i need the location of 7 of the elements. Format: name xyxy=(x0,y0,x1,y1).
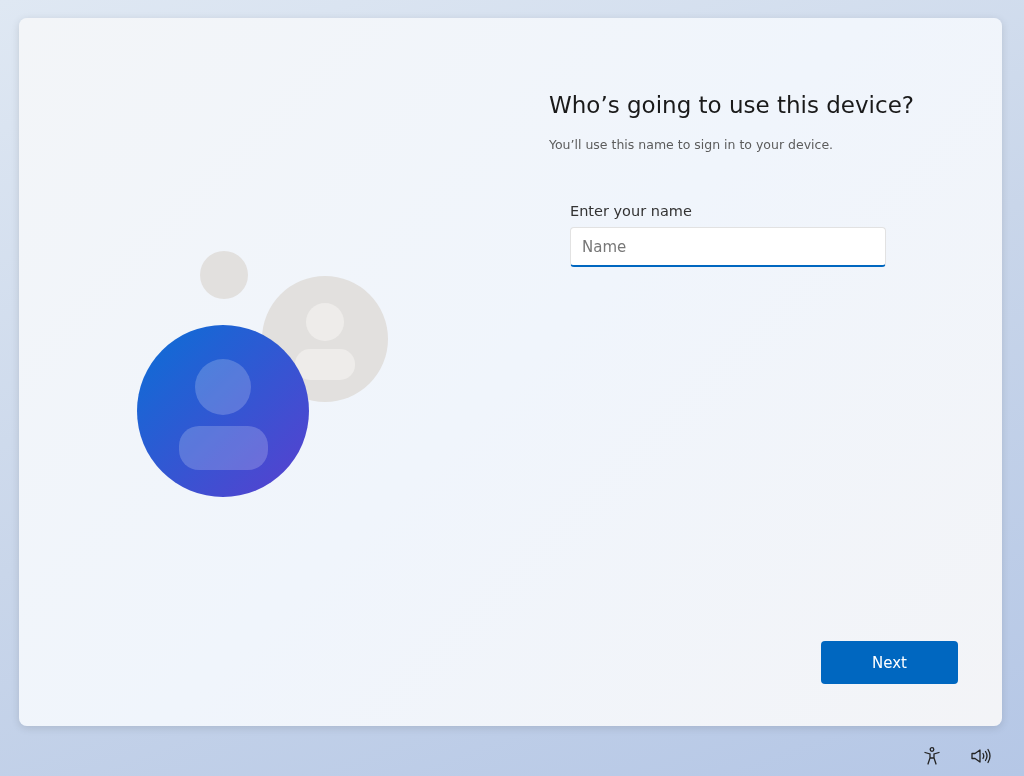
page-title: Who’s going to use this device? xyxy=(549,92,915,118)
next-button[interactable]: Next xyxy=(821,641,958,684)
accessibility-icon[interactable] xyxy=(922,746,942,766)
subtitle-text: You’ll use this name to sign in to your device. xyxy=(549,137,835,152)
name-input-field[interactable]: Name xyxy=(570,227,886,267)
speaker-icon[interactable] xyxy=(970,746,992,766)
field-label: Enter your name xyxy=(570,203,693,219)
